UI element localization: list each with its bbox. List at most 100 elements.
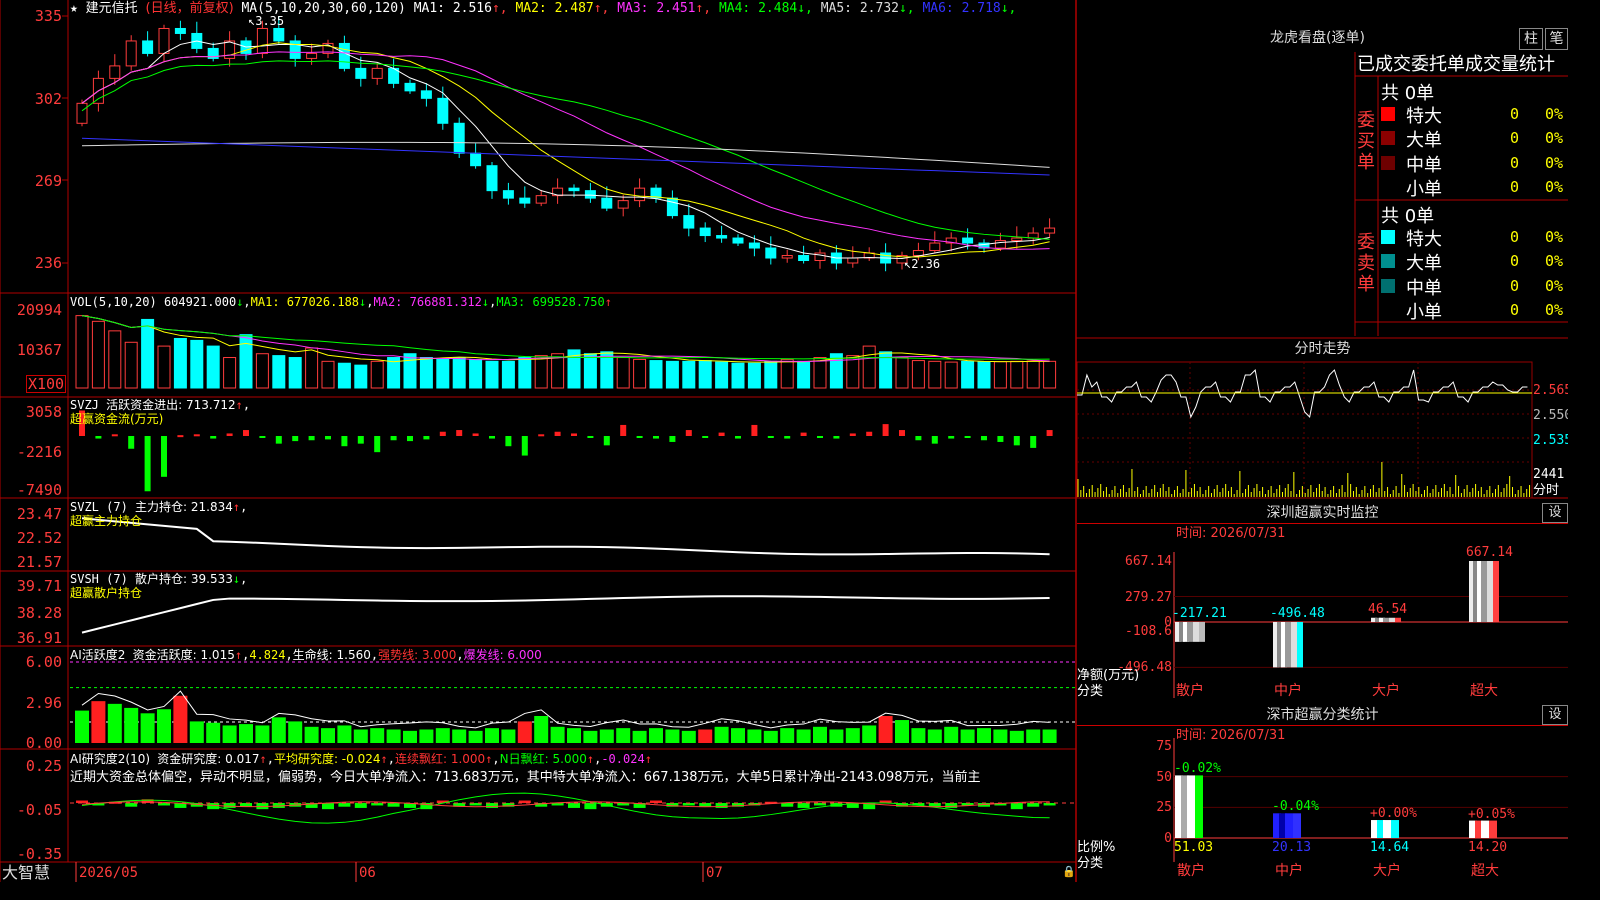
fund-flow-bar <box>948 436 955 439</box>
favorite-star-icon[interactable]: ★ <box>70 1 78 16</box>
candle-body <box>174 27 186 34</box>
activity-bar <box>698 729 713 743</box>
candle-body <box>502 190 514 199</box>
fund-flow-bar <box>292 436 299 442</box>
activity-bar <box>1009 730 1024 743</box>
activity-bar <box>780 728 795 743</box>
sz-class-settings-button[interactable]: 设 <box>1542 705 1568 725</box>
volume-bar <box>862 345 876 389</box>
candle-body <box>847 257 859 264</box>
buy-color-swatch <box>1381 107 1395 121</box>
candle-body <box>617 200 629 209</box>
sz-class-xlabel: 分类 <box>1077 856 1104 871</box>
volume-bar <box>452 357 466 389</box>
sz-monitor-settings-button[interactable]: 设 <box>1542 503 1568 523</box>
activity-bar <box>599 729 614 743</box>
fund-flow-bar <box>259 436 266 438</box>
lock-icon[interactable]: 🔒 <box>1062 864 1076 879</box>
volume-bar <box>797 360 811 389</box>
price-axis-335: 335 <box>34 7 62 25</box>
date-label-jul: 07 <box>706 865 723 881</box>
volume-bar <box>895 357 909 389</box>
research-bar <box>223 803 236 808</box>
svzl-axis-1: 23.47 <box>16 505 62 523</box>
volume-bar <box>944 361 958 389</box>
monitor-category-label: 中户 <box>1274 683 1302 699</box>
fund-flow-bar <box>685 430 692 436</box>
main-header: ★ 建元信托 (日线，前复权) MA(5,10,20,30,60,120) MA… <box>70 1 1016 16</box>
activity-bar <box>403 730 417 743</box>
buy-color-swatch <box>1381 131 1395 146</box>
research-bar <box>1027 803 1040 807</box>
class-bar <box>1273 813 1301 838</box>
sell-row-label: 中单 <box>1406 277 1442 299</box>
ai2-axis-1: 0.25 <box>25 757 62 775</box>
research-bar <box>387 803 400 807</box>
ai2-axis-3: -0.35 <box>16 845 62 863</box>
activity-bar <box>747 729 762 743</box>
buy-row-count: 0 <box>1510 153 1520 172</box>
ma-arrow: ↑, <box>491 1 508 16</box>
stock-name[interactable]: 建元信托 <box>86 1 138 16</box>
volume-bar <box>993 361 1007 389</box>
chart-canvas[interactable] <box>0 0 1568 882</box>
fund-flow-bar <box>669 436 676 442</box>
ma-item-6: MA6: 2.718 <box>914 1 1001 16</box>
candle-body <box>683 215 695 229</box>
adjust-mode[interactable]: (日线，前复权) <box>146 1 234 16</box>
high-price-mark: ↖3.35 <box>248 14 285 28</box>
activity-bar <box>616 728 631 743</box>
fund-flow-bar <box>899 430 905 436</box>
monitor-axis-label: 279.27 <box>1125 590 1172 605</box>
vol-unit[interactable]: X100 <box>26 375 66 393</box>
buy-color-swatch <box>1381 155 1395 170</box>
fund-flow-bar <box>833 436 840 439</box>
lhb-column-button[interactable]: 柱 <box>1519 28 1543 50</box>
activity-bar <box>124 707 139 743</box>
volume-bar <box>518 357 532 389</box>
ma1-line <box>81 40 1050 260</box>
activity-bar <box>534 716 549 743</box>
fund-flow-bar <box>636 436 643 438</box>
candle-body <box>912 250 924 257</box>
ma-item-1: MA1: 2.516 <box>413 1 492 16</box>
volume-bar <box>1043 360 1057 389</box>
fenshi-axis-2: 2.550 <box>1533 408 1568 423</box>
monitor-bar <box>1371 617 1401 622</box>
candle-body <box>1011 237 1023 242</box>
fund-flow-bar <box>275 436 282 444</box>
fund-flow-bar <box>1013 436 1020 446</box>
monitor-category-label: 超大 <box>1470 683 1498 699</box>
monitor-value-label: -496.48 <box>1270 606 1325 621</box>
activity-bar <box>75 710 89 743</box>
ma4-line <box>81 60 1050 240</box>
stock-terminal: ★ 建元信托 (日线，前复权) MA(5,10,20,30,60,120) MA… <box>0 0 1568 882</box>
volume-bar <box>370 360 384 389</box>
volume-bar <box>534 355 548 389</box>
ai1-axis-3: 0.00 <box>25 734 62 752</box>
volume-bar <box>961 360 975 389</box>
fund-flow-bar <box>489 436 495 439</box>
activity-bar <box>944 726 959 743</box>
activity-bar <box>911 728 926 743</box>
candle-body <box>748 242 760 249</box>
research-bar <box>584 803 597 810</box>
volume-bar <box>469 358 483 389</box>
sell-color-swatch <box>1381 302 1395 317</box>
price-axis-302: 302 <box>34 90 62 108</box>
fenshi-axis-3: 2.535 <box>1533 433 1568 448</box>
svsh-axis-1: 39.71 <box>16 577 62 595</box>
activity-bar <box>731 728 745 743</box>
volume-bar <box>239 334 253 389</box>
volume-bar <box>354 364 368 389</box>
buy-row-label: 大单 <box>1406 130 1442 152</box>
lhb-tabs[interactable]: 已成交委托单成交量统计 <box>1357 55 1555 75</box>
lhb-tick-button[interactable]: 笔 <box>1545 28 1568 50</box>
activity-bar <box>649 728 663 743</box>
activity-bar <box>1042 729 1057 743</box>
sell-row-count: 0 <box>1510 276 1520 295</box>
buy-row-count: 0 <box>1510 177 1520 196</box>
buy-color-swatch <box>1381 179 1395 194</box>
volume-bar <box>436 358 450 389</box>
candle-body <box>601 197 613 209</box>
